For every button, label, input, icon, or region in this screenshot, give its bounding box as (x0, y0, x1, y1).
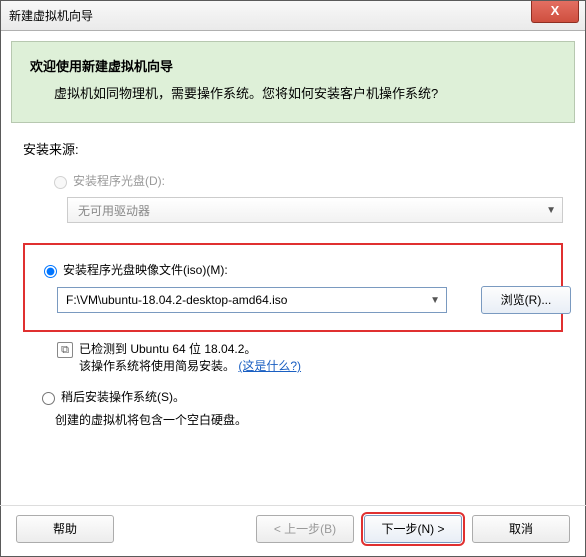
iso-path-combo[interactable]: F:\VM\ubuntu-18.04.2-desktop-amd64.iso ▼ (57, 287, 447, 313)
whats-this-link[interactable]: (这是什么?) (238, 359, 301, 373)
option-later-label: 稍后安装操作系统(S)。 (61, 388, 185, 405)
back-button[interactable]: < 上一步(B) (256, 515, 354, 543)
easy-install-text: 该操作系统将使用简易安装。 (79, 359, 235, 373)
detected-os-text: 已检测到 Ubuntu 64 位 18.04.2。 (79, 340, 301, 357)
option-later-radio[interactable] (42, 392, 55, 405)
info-icon: ⧉ (57, 342, 73, 358)
wizard-footer: 帮助 < 上一步(B) 下一步(N) > 取消 (0, 505, 586, 551)
browse-button[interactable]: 浏览(R)... (481, 286, 571, 314)
option-iso-label: 安装程序光盘映像文件(iso)(M): (63, 261, 228, 278)
option-disc-radio[interactable] (54, 176, 67, 189)
titlebar: 新建虚拟机向导 X (1, 1, 585, 31)
option-iso-row[interactable]: 安装程序光盘映像文件(iso)(M): (39, 261, 547, 278)
option-iso-radio[interactable] (44, 265, 57, 278)
install-source-label: 安装来源: (23, 139, 563, 158)
header-subtitle: 虚拟机如同物理机，需要操作系统。您将如何安装客户机操作系统? (54, 83, 556, 102)
option-disc-row[interactable]: 安装程序光盘(D): (49, 172, 563, 189)
iso-path-value: F:\VM\ubuntu-18.04.2-desktop-amd64.iso (66, 293, 287, 307)
option-disc-label: 安装程序光盘(D): (73, 172, 165, 189)
option-later-desc: 创建的虚拟机将包含一个空白硬盘。 (55, 411, 563, 428)
chevron-down-icon: ▼ (546, 205, 556, 216)
help-button[interactable]: 帮助 (16, 515, 114, 543)
window-title: 新建虚拟机向导 (9, 7, 93, 24)
close-button[interactable]: X (531, 1, 579, 23)
disc-dropdown-value: 无可用驱动器 (78, 202, 150, 219)
header-title: 欢迎使用新建虚拟机向导 (30, 56, 556, 75)
chevron-down-icon: ▼ (430, 295, 440, 306)
disc-dropdown[interactable]: 无可用驱动器 ▼ (67, 197, 563, 223)
wizard-header: 欢迎使用新建虚拟机向导 虚拟机如同物理机，需要操作系统。您将如何安装客户机操作系… (11, 41, 575, 123)
option-later-row[interactable]: 稍后安装操作系统(S)。 (37, 388, 563, 405)
cancel-button[interactable]: 取消 (472, 515, 570, 543)
option-iso-highlight: 安装程序光盘映像文件(iso)(M): F:\VM\ubuntu-18.04.2… (23, 243, 563, 332)
next-button[interactable]: 下一步(N) > (364, 515, 462, 543)
